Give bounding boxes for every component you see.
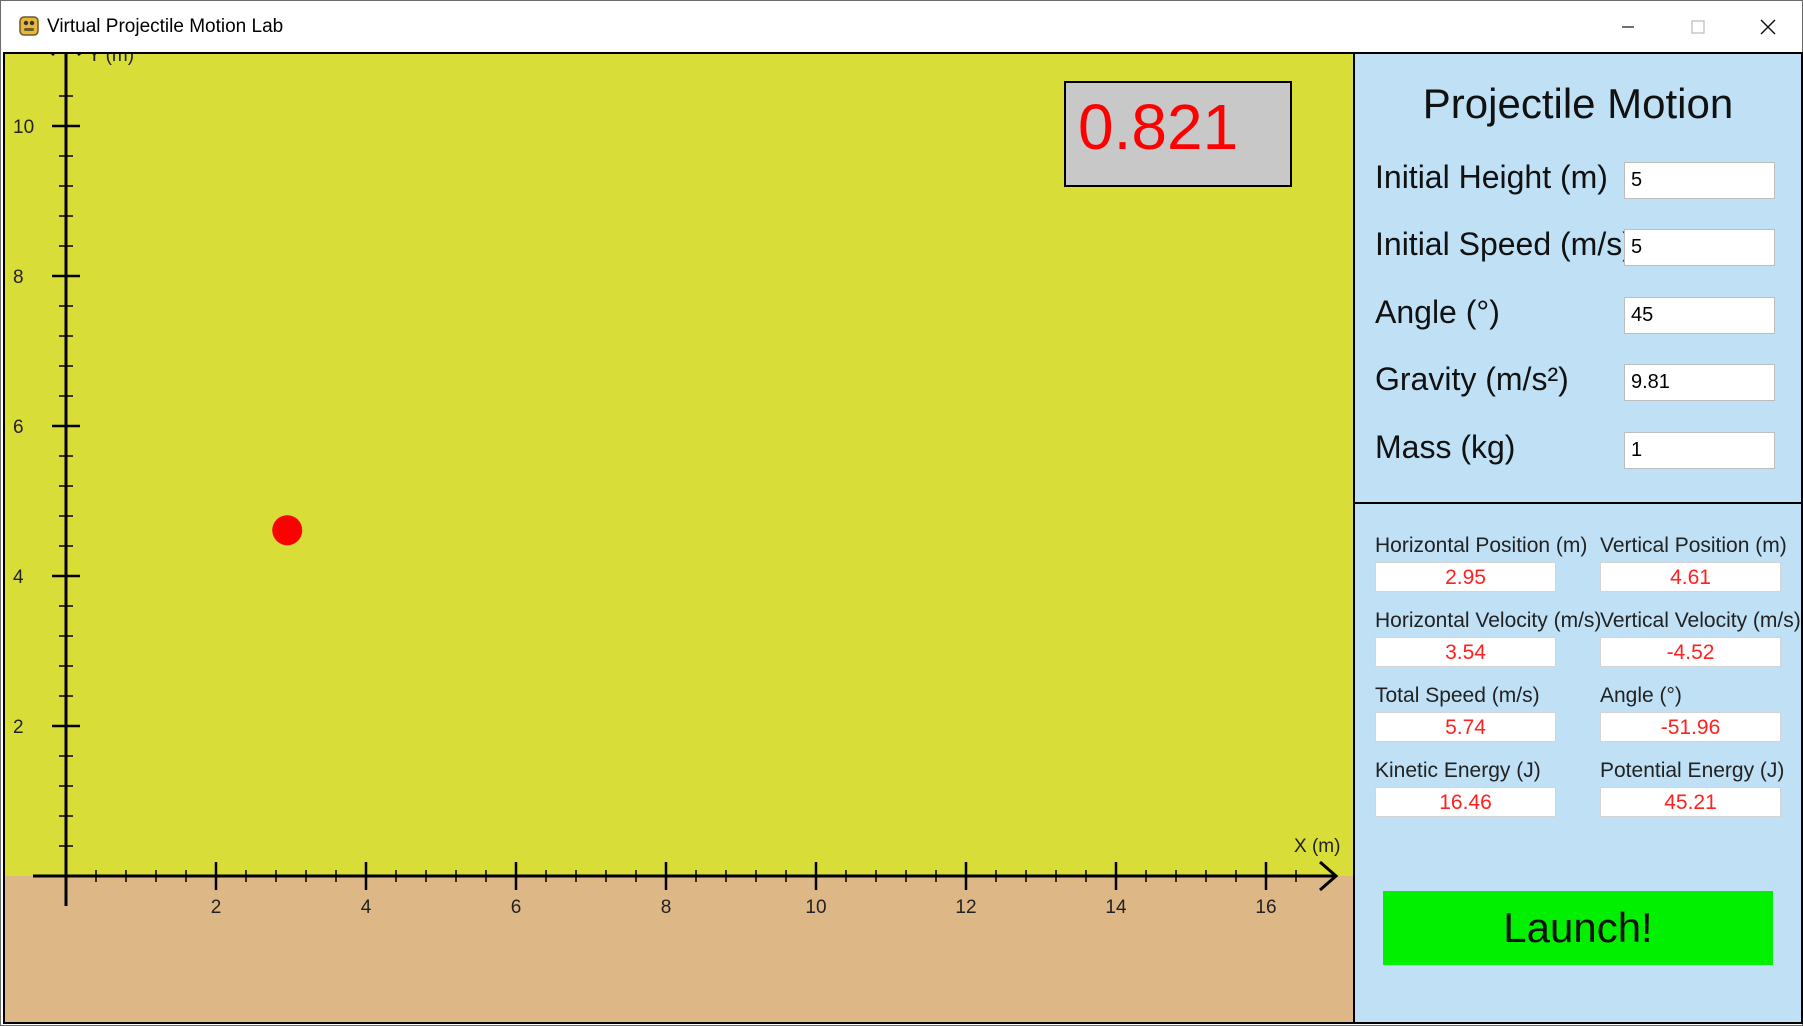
vertical-position-label: Vertical Position (m) bbox=[1600, 534, 1787, 557]
potential-energy-label: Potential Energy (J) bbox=[1600, 759, 1785, 782]
gravity-input[interactable] bbox=[1624, 364, 1775, 401]
y-axis-label: Y (m) bbox=[88, 54, 134, 66]
x-tick-label: 6 bbox=[511, 897, 522, 918]
x-tick-label: 2 bbox=[211, 897, 222, 918]
minimize-button[interactable] bbox=[1593, 1, 1663, 52]
y-tick-label: 2 bbox=[13, 717, 24, 738]
control-panel: Projectile Motion Initial Height (m) Ini… bbox=[1353, 52, 1803, 1024]
title-bar[interactable]: Virtual Projectile Motion Lab bbox=[1, 1, 1802, 52]
x-tick-label: 16 bbox=[1255, 897, 1276, 918]
y-tick-label: 4 bbox=[13, 567, 24, 588]
horizontal-position-label: Horizontal Position (m) bbox=[1375, 534, 1588, 557]
total-speed-value: 5.74 bbox=[1375, 712, 1556, 742]
close-button[interactable] bbox=[1733, 1, 1803, 52]
window-title: Virtual Projectile Motion Lab bbox=[47, 16, 284, 37]
maximize-button[interactable] bbox=[1663, 1, 1733, 52]
initial-speed-input[interactable] bbox=[1624, 229, 1775, 266]
kinetic-energy-label: Kinetic Energy (J) bbox=[1375, 759, 1541, 782]
kinetic-energy-value: 16.46 bbox=[1375, 787, 1556, 817]
minimize-icon bbox=[1622, 25, 1634, 28]
close-icon bbox=[1760, 19, 1776, 34]
gravity-label: Gravity (m/s²) bbox=[1375, 361, 1569, 397]
angle-stat-label: Angle (°) bbox=[1600, 684, 1682, 707]
y-tick-label: 6 bbox=[13, 417, 24, 438]
mass-label: Mass (kg) bbox=[1375, 429, 1516, 465]
x-tick-label: 4 bbox=[361, 897, 372, 918]
angle-stat-value: -51.96 bbox=[1600, 712, 1781, 742]
panel-title: Projectile Motion bbox=[1422, 80, 1734, 127]
trajectory-plot: 2 4 6 8 10 12 14 16 2 4 6 8 10 X (m) Y (m) bbox=[13, 54, 1340, 918]
total-speed-label: Total Speed (m/s) bbox=[1375, 684, 1540, 707]
horizontal-velocity-value: 3.54 bbox=[1375, 637, 1556, 667]
vertical-velocity-value: -4.52 bbox=[1600, 637, 1781, 667]
vertical-position-value: 4.61 bbox=[1600, 562, 1781, 592]
x-tick-label: 12 bbox=[955, 897, 976, 918]
horizontal-position-value: 2.95 bbox=[1375, 562, 1556, 592]
panel-divider bbox=[1355, 502, 1801, 504]
simulation-canvas[interactable]: 2 4 6 8 10 12 14 16 2 4 6 8 10 X (m) Y (m) 0.821 bbox=[3, 52, 1355, 1024]
angle-label: Angle (°) bbox=[1375, 294, 1500, 330]
python-icon bbox=[18, 15, 40, 37]
projectile-ball bbox=[272, 515, 303, 546]
mass-input[interactable] bbox=[1624, 432, 1775, 469]
x-tick-label: 8 bbox=[661, 897, 672, 918]
potential-energy-value: 45.21 bbox=[1600, 787, 1781, 817]
y-tick-label: 8 bbox=[13, 267, 24, 288]
x-axis-label: X (m) bbox=[1294, 836, 1340, 857]
horizontal-velocity-label: Horizontal Velocity (m/s) bbox=[1375, 609, 1602, 632]
timer-value: 0.821 bbox=[1078, 91, 1239, 163]
y-tick-label: 10 bbox=[13, 117, 34, 138]
app-window: Virtual Projectile Motion Lab 2 4 6 8 10 12 14… bbox=[0, 0, 1803, 1026]
initial-height-input[interactable] bbox=[1624, 162, 1775, 199]
initial-speed-label: Initial Speed (m/s) bbox=[1375, 226, 1633, 262]
timer-display: 0.821 bbox=[1064, 81, 1292, 187]
x-tick-label: 14 bbox=[1105, 897, 1127, 918]
launch-button[interactable]: Launch! bbox=[1383, 891, 1773, 965]
vertical-velocity-label: Vertical Velocity (m/s) bbox=[1600, 609, 1801, 632]
angle-input[interactable] bbox=[1624, 297, 1775, 334]
x-tick-label: 10 bbox=[805, 897, 826, 918]
maximize-icon bbox=[1691, 19, 1705, 34]
initial-height-label: Initial Height (m) bbox=[1375, 159, 1608, 195]
